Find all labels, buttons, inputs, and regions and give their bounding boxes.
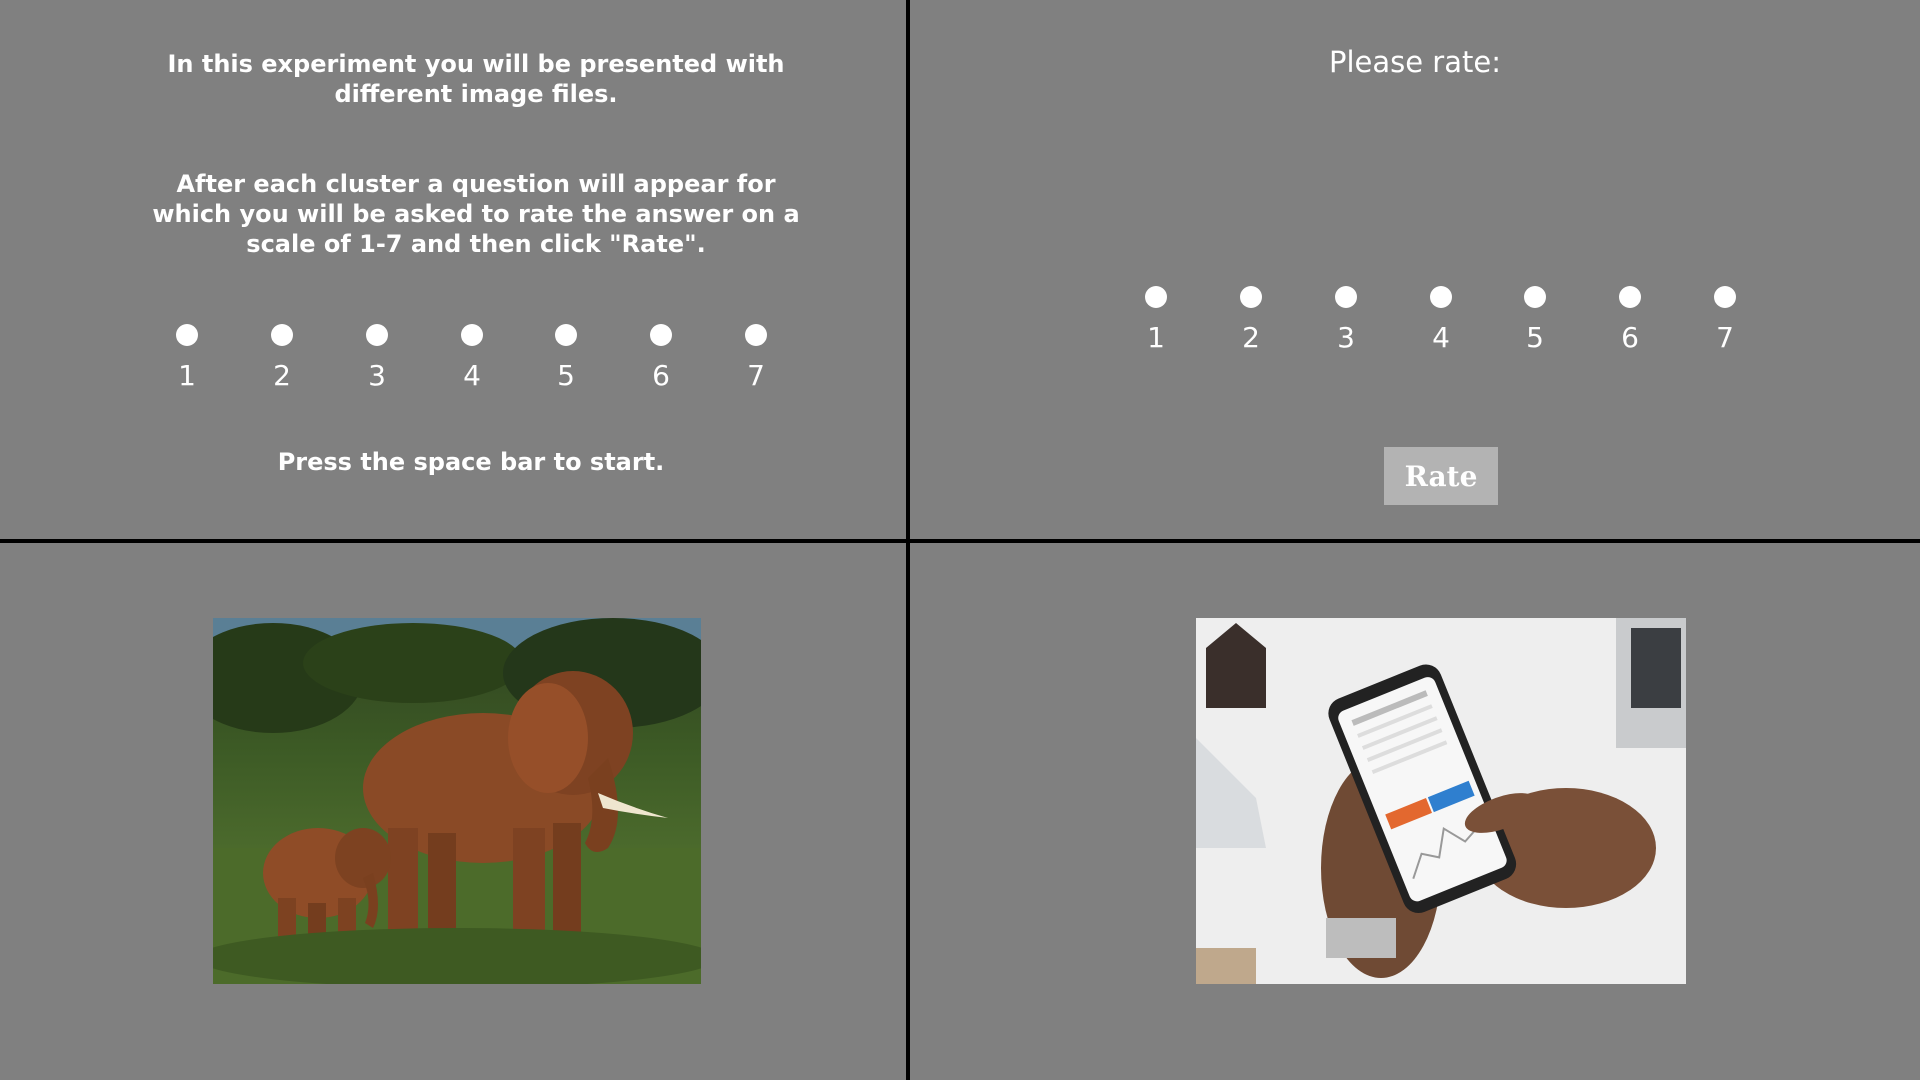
option-label: 4 [1432,321,1450,354]
radio-dot [461,324,483,346]
example-option-5: 5 [536,324,596,392]
option-label: 6 [652,359,670,392]
instructions-screen: In this experiment you will be presented… [0,0,906,539]
start-hint: Press the space bar to start. [277,448,665,476]
option-label: 5 [557,359,575,392]
radio-button[interactable] [1619,286,1641,308]
rating-option-5[interactable]: 5 [1505,286,1565,354]
rating-option-6[interactable]: 6 [1600,286,1660,354]
rating-scale: 1 2 3 4 5 6 7 [910,286,1920,366]
option-label: 1 [178,359,196,392]
smartphone-trading-app-photo [1196,618,1686,984]
option-label: 3 [1337,321,1355,354]
example-option-1: 1 [157,324,217,392]
option-label: 4 [463,359,481,392]
radio-dot [176,324,198,346]
option-label: 5 [1526,321,1544,354]
radio-button[interactable] [1430,286,1452,308]
option-label: 7 [1716,321,1734,354]
radio-button[interactable] [1145,286,1167,308]
example-option-4: 4 [442,324,502,392]
smartphone-illustration [1196,618,1686,984]
example-option-2: 2 [252,324,312,392]
instructions-paragraph-2: After each cluster a question will appea… [152,170,800,258]
example-option-6: 6 [631,324,691,392]
radio-dot [366,324,388,346]
radio-button[interactable] [1335,286,1357,308]
rating-option-1[interactable]: 1 [1126,286,1186,354]
example-option-7: 7 [726,324,786,392]
option-label: 2 [273,359,291,392]
radio-dot [555,324,577,346]
radio-dot [745,324,767,346]
radio-button[interactable] [1240,286,1262,308]
option-label: 2 [1242,321,1260,354]
rating-option-7[interactable]: 7 [1695,286,1755,354]
stimulus-screen-2 [910,543,1920,1080]
radio-dot [650,324,672,346]
rating-option-4[interactable]: 4 [1411,286,1471,354]
elephant-photo [213,618,701,984]
example-rating-scale: 1 2 3 4 5 6 7 [0,324,906,404]
example-option-3: 3 [347,324,407,392]
stimulus-screen-1 [0,543,906,1080]
horizontal-divider [0,539,1920,543]
radio-button[interactable] [1714,286,1736,308]
rate-button[interactable]: Rate [1384,447,1498,505]
option-label: 3 [368,359,386,392]
instructions-paragraph-1: In this experiment you will be presented… [167,50,785,108]
rating-prompt: Please rate: [1328,45,1501,79]
rating-screen: Please rate: 1 2 3 4 5 6 7 Rate [910,0,1920,539]
rating-option-3[interactable]: 3 [1316,286,1376,354]
elephant-illustration [213,618,701,984]
rating-option-2[interactable]: 2 [1221,286,1281,354]
option-label: 6 [1621,321,1639,354]
option-label: 7 [747,359,765,392]
option-label: 1 [1147,321,1165,354]
radio-dot [271,324,293,346]
radio-button[interactable] [1524,286,1546,308]
